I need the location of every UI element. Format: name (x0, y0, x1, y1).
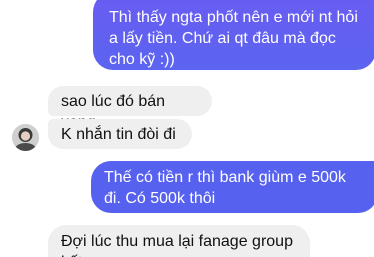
incoming-message-bubble[interactable]: K nhắn tin đòi đi (48, 119, 192, 149)
contact-avatar-icon (12, 124, 39, 151)
outgoing-message-bubble[interactable]: Thế có tiền r thì bank giùm e 500k đi. C… (91, 161, 374, 213)
contact-avatar[interactable] (12, 124, 39, 151)
outgoing-message-bubble[interactable]: Thì thấy ngta phốt nên e mới nt hỏi a lấ… (93, 0, 374, 70)
message-thread: Thì thấy ngta phốt nên e mới nt hỏi a lấ… (0, 0, 374, 257)
incoming-message-bubble[interactable]: Đợi lúc thu mua lại fanage group kết (48, 225, 310, 257)
incoming-message-bubble[interactable]: sao lúc đó bán xong (48, 86, 212, 131)
